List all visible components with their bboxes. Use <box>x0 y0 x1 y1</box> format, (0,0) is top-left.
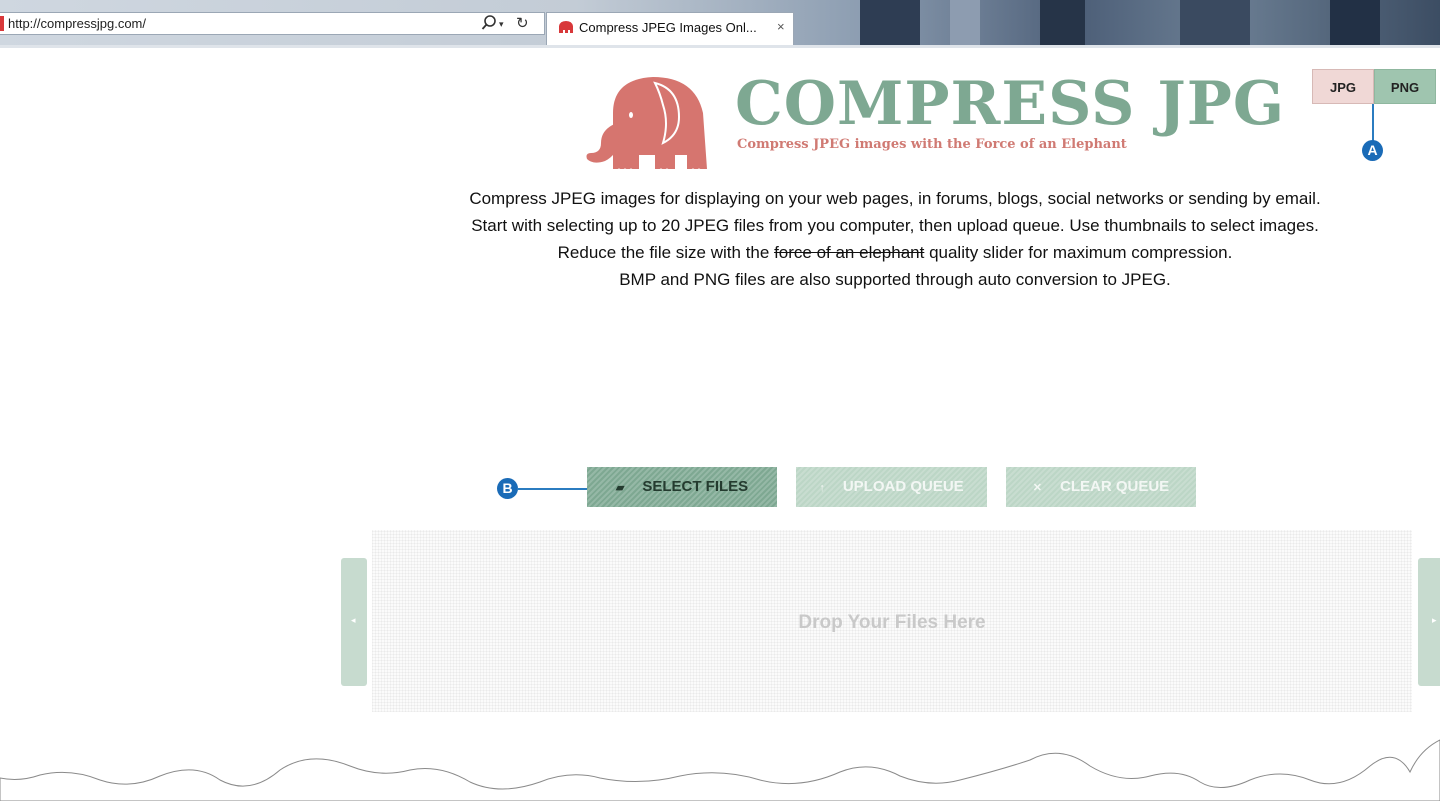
background-decoration <box>1180 0 1250 45</box>
chevron-down-icon[interactable]: ▾ <box>499 19 504 30</box>
select-files-button[interactable]: ▰ SELECT FILES <box>587 467 777 507</box>
address-url[interactable]: http://compressjpg.com/ <box>8 16 146 31</box>
drop-zone[interactable]: Drop Your Files Here <box>372 530 1412 712</box>
arrow-up-icon: ↑ <box>819 482 825 494</box>
upload-queue-button[interactable]: ↑ UPLOAD QUEUE <box>796 467 987 507</box>
callout-b-line <box>517 488 587 490</box>
close-icon[interactable]: × <box>777 19 785 34</box>
format-toggle: JPG PNG <box>1312 69 1436 104</box>
description-text: quality slider for maximum compression. <box>924 243 1233 262</box>
address-bar[interactable]: http://compressjpg.com/ ▾ ↻ <box>0 12 545 35</box>
background-decoration <box>1040 0 1085 45</box>
description-line: BMP and PNG files are also supported thr… <box>619 270 1171 289</box>
description-line: Start with selecting up to 20 JPEG files… <box>471 216 1319 235</box>
scroll-right-button[interactable]: ▸ <box>1418 558 1440 686</box>
chevron-left-icon: ◂ <box>351 615 356 625</box>
select-files-label: SELECT FILES <box>642 478 749 495</box>
callout-b-badge: B <box>497 478 518 499</box>
tab-title: Compress JPEG Images Onl... <box>579 20 757 35</box>
drop-zone-text: Drop Your Files Here <box>798 612 986 633</box>
description: Compress JPEG images for displaying on y… <box>320 185 1440 293</box>
elephant-favicon-icon <box>559 21 573 33</box>
torn-edge-decoration <box>0 739 1440 801</box>
description-line: Compress JPEG images for displaying on y… <box>469 189 1321 208</box>
logo-tagline: Compress JPEG images with the Force of a… <box>737 137 1127 152</box>
description-text: Reduce the file size with the <box>557 243 775 262</box>
jpg-format-button[interactable]: JPG <box>1312 69 1374 104</box>
refresh-icon[interactable]: ↻ <box>516 14 529 32</box>
logo-title: COMPRESS JPG <box>735 69 1286 139</box>
browser-tab[interactable]: Compress JPEG Images Onl... × <box>546 12 794 45</box>
site-favicon <box>0 16 4 31</box>
search-icon[interactable] <box>480 13 498 34</box>
folder-open-icon: ▰ <box>615 482 625 494</box>
background-decoration <box>950 0 980 45</box>
strikethrough-text: force of an elephant <box>774 243 925 262</box>
browser-divider <box>0 45 1440 48</box>
upload-queue-label: UPLOAD QUEUE <box>842 478 964 495</box>
scroll-left-button[interactable]: ◂ <box>341 558 367 686</box>
chevron-right-icon: ▸ <box>1432 615 1437 625</box>
callout-a-line <box>1372 104 1374 142</box>
elephant-icon <box>586 77 707 172</box>
png-format-button[interactable]: PNG <box>1374 69 1436 104</box>
callout-a-badge: A <box>1362 140 1383 161</box>
background-decoration <box>1330 0 1380 45</box>
browser-chrome: http://compressjpg.com/ ▾ ↻ Compress JPE… <box>0 0 1440 45</box>
clear-queue-label: CLEAR QUEUE <box>1060 478 1170 495</box>
close-icon: ✕ <box>1032 482 1043 494</box>
clear-queue-button[interactable]: ✕ CLEAR QUEUE <box>1006 467 1196 507</box>
description-line: Reduce the file size with the force of a… <box>320 239 1440 266</box>
background-decoration <box>860 0 920 45</box>
